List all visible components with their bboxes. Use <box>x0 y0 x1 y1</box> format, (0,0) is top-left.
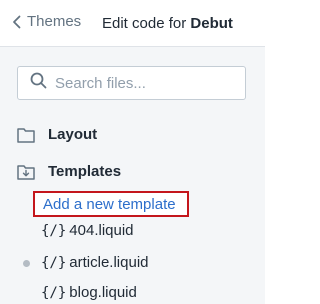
page-title: Edit code for Debut <box>102 15 233 32</box>
code-file-icon: {/} <box>41 222 67 239</box>
file-item-blog-liquid[interactable]: {/} blog.liquid <box>41 284 137 301</box>
file-label: article.liquid <box>69 254 149 271</box>
add-new-template-link[interactable]: Add a new template <box>33 191 189 217</box>
code-file-icon: {/} <box>41 284 67 301</box>
folder-label: Templates <box>48 163 122 180</box>
folder-layout[interactable]: Layout <box>17 126 97 143</box>
folder-templates[interactable]: Templates <box>17 163 121 180</box>
search-icon <box>30 72 47 94</box>
search-files-input[interactable] <box>55 74 235 92</box>
back-to-themes-link[interactable]: Themes <box>12 13 81 30</box>
unsaved-changes-dot <box>23 260 30 267</box>
folder-label: Layout <box>48 126 98 143</box>
add-new-template-label: Add a new template <box>43 195 176 213</box>
file-label: 404.liquid <box>69 222 134 239</box>
code-file-icon: {/} <box>41 254 67 271</box>
code-editor-sidebar: Themes Edit code for Debut Layout <box>0 0 265 304</box>
header-divider <box>0 46 265 47</box>
sidebar-header: Themes Edit code for Debut <box>0 0 265 46</box>
back-link-label: Themes <box>27 13 82 30</box>
file-item-404-liquid[interactable]: {/} 404.liquid <box>41 222 134 239</box>
search-files-box[interactable] <box>17 66 246 100</box>
file-label: blog.liquid <box>69 284 137 301</box>
title-prefix: Edit code for <box>102 15 187 32</box>
chevron-left-icon <box>12 15 21 29</box>
file-item-article-liquid[interactable]: {/} article.liquid <box>41 254 149 271</box>
theme-name: Debut <box>190 15 233 32</box>
folder-open-icon <box>17 164 35 180</box>
folder-icon <box>17 127 35 143</box>
